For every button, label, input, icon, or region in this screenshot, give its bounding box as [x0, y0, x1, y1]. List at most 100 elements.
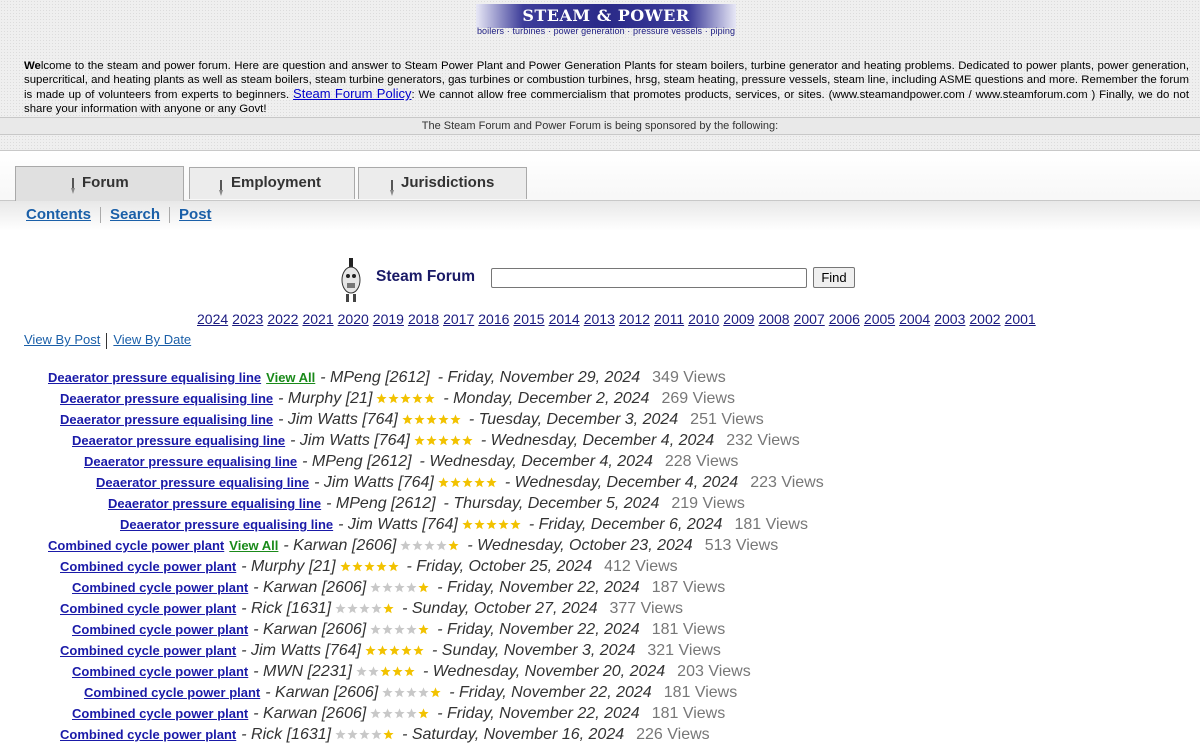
rating-stars: [462, 519, 521, 530]
view-by-date-link[interactable]: View By Date: [113, 332, 191, 347]
year-link[interactable]: 2005: [864, 311, 895, 327]
thread-views: 377 Views: [609, 599, 683, 617]
thread-row: Combined cycle power plant - Rick [1631] -…: [0, 598, 1200, 619]
star-icon: [412, 393, 424, 404]
star-icon: [394, 624, 405, 635]
rating-stars: [376, 393, 436, 404]
find-button[interactable]: Find: [813, 267, 855, 288]
tab-employment[interactable]: Employment: [189, 167, 355, 199]
thread-views: 228 Views: [664, 452, 739, 470]
year-link[interactable]: 2019: [373, 311, 404, 327]
thread-title-link[interactable]: Deaerator pressure equalising line: [96, 475, 309, 490]
year-link[interactable]: 2018: [408, 311, 439, 327]
thread-row: Deaerator pressure equalising line View A…: [0, 367, 1200, 388]
star-icon: [438, 414, 449, 425]
thread-title-link[interactable]: Combined cycle power plant: [48, 538, 224, 553]
contents-link[interactable]: Contents: [26, 206, 91, 223]
thread-title-link[interactable]: Deaerator pressure equalising line: [120, 517, 333, 532]
rating-stars: [370, 624, 429, 635]
search-link[interactable]: Search: [110, 206, 160, 223]
year-link[interactable]: 2012: [619, 311, 650, 327]
site-logo[interactable]: STEAM & POWER: [476, 4, 736, 28]
year-link[interactable]: 2014: [549, 311, 580, 327]
star-icon: [359, 603, 370, 614]
tab-label: Jurisdictions: [401, 174, 495, 191]
thread-views: 181 Views: [651, 704, 726, 722]
post-link[interactable]: Post: [179, 206, 212, 223]
year-link[interactable]: 2015: [513, 311, 544, 327]
thread-title-link[interactable]: Combined cycle power plant: [84, 685, 260, 700]
year-link[interactable]: 2003: [934, 311, 965, 327]
star-icon: [335, 729, 346, 740]
thread-row: Combined cycle power plant - Karwan [2606…: [0, 577, 1200, 598]
thread-title-link[interactable]: Combined cycle power plant: [60, 601, 236, 616]
view-all-link[interactable]: View All: [229, 538, 278, 553]
thread-row: Combined cycle power plant - Jim Watts [7…: [0, 640, 1200, 661]
thread-views: 232 Views: [726, 431, 800, 449]
thread-views: 181 Views: [663, 683, 738, 701]
star-icon: [406, 582, 417, 593]
year-link[interactable]: 2023: [232, 311, 263, 327]
tab-label: Employment: [231, 174, 322, 191]
thread-title-link[interactable]: Combined cycle power plant: [60, 559, 236, 574]
year-link[interactable]: 2002: [969, 311, 1000, 327]
thread-title-link[interactable]: Deaerator pressure equalising line: [84, 454, 297, 469]
star-icon: [426, 435, 437, 446]
thread-title-link[interactable]: Combined cycle power plant: [60, 643, 236, 658]
star-icon: [462, 519, 473, 530]
year-link[interactable]: 2011: [654, 311, 684, 327]
year-link[interactable]: 2024: [197, 311, 228, 327]
year-link[interactable]: 2010: [688, 311, 719, 327]
year-link[interactable]: 2009: [723, 311, 754, 327]
thread-date: - Sunday, November 3, 2024: [432, 641, 636, 659]
thread-title-link[interactable]: Deaerator pressure equalising line: [108, 496, 321, 511]
star-icon: [370, 708, 381, 719]
site-header: STEAM & POWER boilers · turbines · power…: [0, 0, 1200, 150]
star-icon: [424, 540, 435, 551]
star-icon: [406, 624, 417, 635]
year-link[interactable]: 2007: [794, 311, 825, 327]
year-link[interactable]: 2008: [758, 311, 789, 327]
view-by-post-link[interactable]: View By Post: [24, 332, 100, 347]
star-icon: [347, 603, 358, 614]
year-link[interactable]: 2021: [302, 311, 333, 327]
thread-title-link[interactable]: Deaerator pressure equalising line: [48, 370, 261, 385]
rating-stars: [339, 561, 399, 572]
star-icon: [418, 687, 429, 698]
star-icon: [450, 414, 461, 425]
thread-row: Deaerator pressure equalising line - MPen…: [0, 451, 1200, 472]
year-link[interactable]: 2006: [829, 311, 860, 327]
year-link[interactable]: 2020: [338, 311, 369, 327]
thread-date: - Saturday, November 16, 2024: [402, 725, 625, 743]
policy-link[interactable]: Steam Forum Policy: [293, 86, 411, 101]
year-link[interactable]: 2013: [584, 311, 615, 327]
thread-author: - Jim Watts [764]: [314, 473, 434, 491]
thread-title-link[interactable]: Combined cycle power plant: [72, 706, 248, 721]
year-link[interactable]: 2017: [443, 311, 474, 327]
thread-row: Deaerator pressure equalising line - Jim …: [0, 430, 1200, 451]
thread-title-link[interactable]: Combined cycle power plant: [72, 664, 248, 679]
star-icon: [426, 414, 437, 425]
thread-title-link[interactable]: Combined cycle power plant: [72, 622, 248, 637]
tab-jurisdictions[interactable]: Jurisdictions: [358, 167, 527, 199]
star-icon: [438, 435, 449, 446]
view-all-link[interactable]: View All: [266, 370, 315, 385]
thread-row: Deaerator pressure equalising line - Jim …: [0, 409, 1200, 430]
year-link[interactable]: 2001: [1005, 311, 1036, 327]
search-input[interactable]: [491, 268, 807, 288]
thread-title-link[interactable]: Deaerator pressure equalising line: [60, 391, 273, 406]
thread-row: Combined cycle power plant - Karwan [2606…: [0, 682, 1200, 703]
year-link[interactable]: 2004: [899, 311, 930, 327]
thread-title-link[interactable]: Combined cycle power plant: [72, 580, 248, 595]
year-link[interactable]: 2022: [267, 311, 298, 327]
star-icon: [380, 666, 391, 677]
thread-date: - Friday, October 25, 2024: [406, 557, 593, 575]
thread-title-link[interactable]: Deaerator pressure equalising line: [72, 433, 285, 448]
year-link[interactable]: 2016: [478, 311, 509, 327]
star-icon: [438, 477, 449, 488]
rating-stars: [356, 666, 415, 677]
tab-forum[interactable]: Forum: [15, 166, 184, 201]
star-icon: [462, 435, 473, 446]
thread-title-link[interactable]: Deaerator pressure equalising line: [60, 412, 273, 427]
star-icon: [394, 582, 405, 593]
